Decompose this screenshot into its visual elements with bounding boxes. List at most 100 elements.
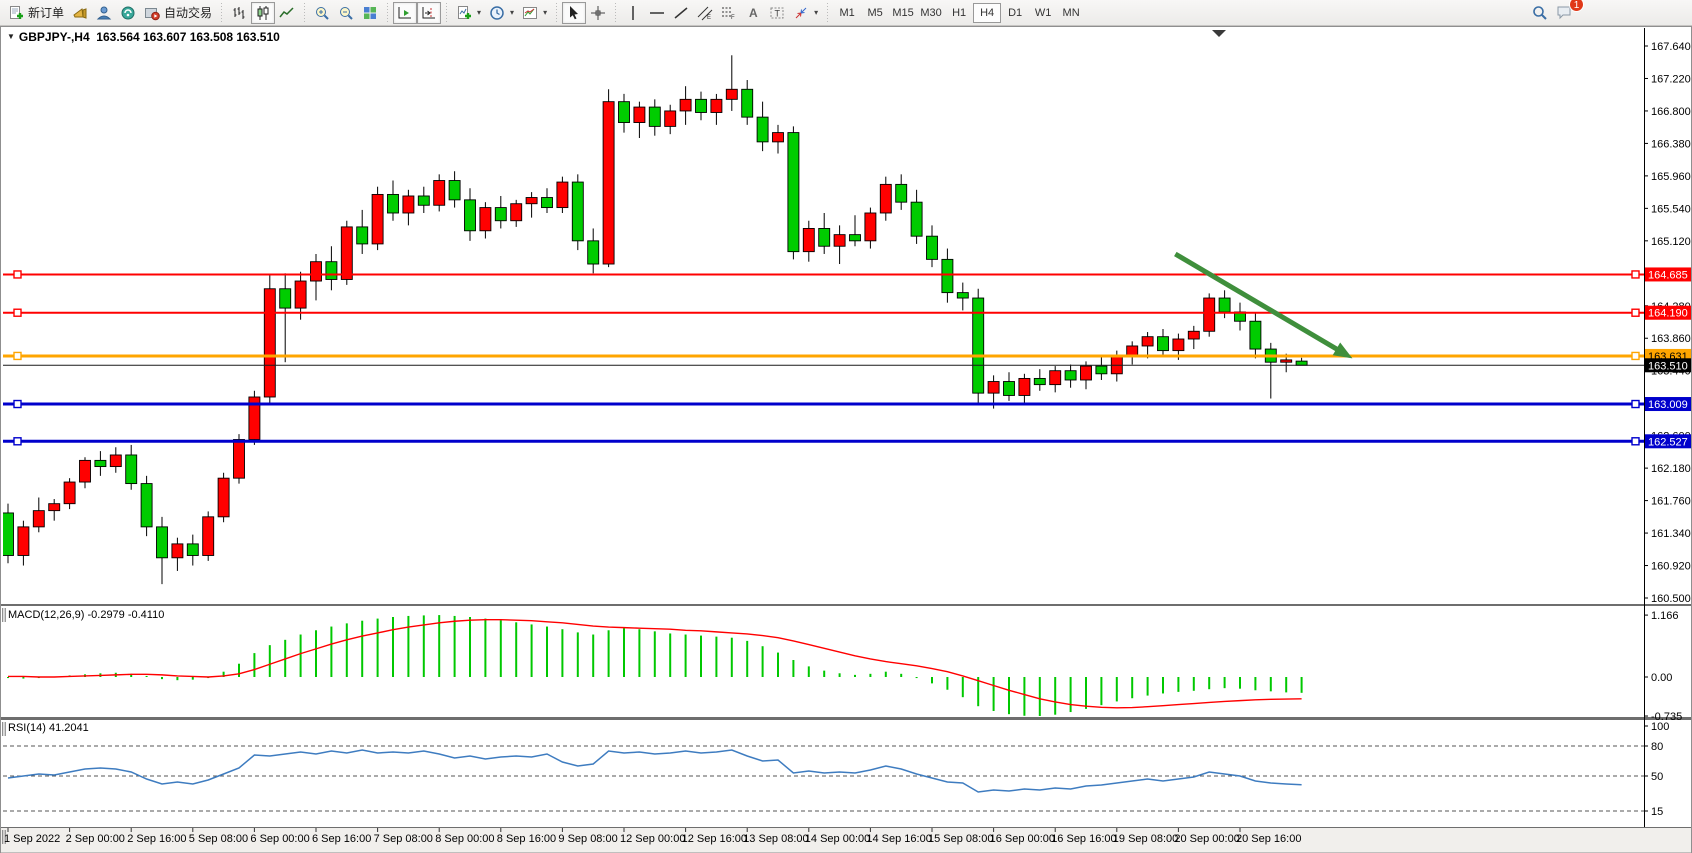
time-axis-label: 16 Sep 16:00 [1051, 833, 1116, 845]
candle-body [603, 102, 614, 264]
hline-handle[interactable] [1632, 438, 1639, 445]
notification-badge[interactable]: 1 [1569, 0, 1584, 12]
candle-body [880, 184, 891, 213]
line-chart-icon [279, 5, 295, 21]
autotrading-button[interactable]: 自动交易 [140, 2, 216, 24]
auto-scroll-button[interactable] [393, 2, 417, 24]
candle-body [64, 482, 75, 504]
hline-handle[interactable] [14, 271, 21, 278]
news-button[interactable] [68, 2, 92, 24]
toolbar-separator [554, 3, 559, 23]
time-axis-label: 8 Sep 00:00 [435, 833, 494, 845]
candle-body [526, 198, 537, 204]
candle-body [511, 204, 522, 221]
price-axis-label: 165.540 [1651, 203, 1691, 215]
tile-windows-button[interactable] [358, 2, 382, 24]
new-order-button[interactable]: 新订单 [4, 2, 68, 24]
trendline-icon [673, 5, 689, 21]
hline-handle[interactable] [14, 309, 21, 316]
candlestick-chart-button[interactable] [251, 2, 275, 24]
chart-shift-button[interactable] [417, 2, 441, 24]
timeframe-w1[interactable]: W1 [1029, 3, 1057, 23]
hline-handle[interactable] [1632, 309, 1639, 316]
timeframe-m5[interactable]: M5 [861, 3, 889, 23]
label-tool-button[interactable]: T [765, 2, 789, 24]
zoom-out-icon [338, 5, 354, 21]
candle-body [157, 527, 168, 558]
indicators-icon [456, 5, 472, 21]
signals-icon [120, 5, 136, 21]
price-axis-label: 160.920 [1651, 561, 1691, 573]
symbol-dropdown-icon[interactable]: ▼ [7, 32, 15, 41]
timeframe-h4[interactable]: H4 [973, 3, 1001, 23]
search-icon [1532, 5, 1548, 21]
candle-body [834, 235, 845, 247]
candle-body [1111, 355, 1122, 374]
periods-button[interactable]: ▾ [485, 2, 518, 24]
pane-separator[interactable] [1, 604, 1691, 606]
timeframe-m15[interactable]: M15 [889, 3, 917, 23]
candle-body [372, 194, 383, 243]
candle-body [3, 513, 14, 556]
time-axis-label: 6 Sep 16:00 [312, 833, 371, 845]
timeframe-m1[interactable]: M1 [833, 3, 861, 23]
timeframe-d1[interactable]: D1 [1001, 3, 1029, 23]
cursor-button[interactable] [562, 2, 586, 24]
hline-handle[interactable] [14, 352, 21, 359]
hline-handle[interactable] [14, 401, 21, 408]
candle-body [957, 293, 968, 298]
clock-icon [489, 5, 505, 21]
price-axis-label: 161.340 [1651, 528, 1691, 540]
zoom-out-button[interactable] [334, 2, 358, 24]
horizontal-line-tool-button[interactable] [645, 2, 669, 24]
dropdown-arrow-icon: ▾ [510, 8, 514, 17]
indicators-button[interactable]: ▾ [452, 2, 485, 24]
search-button[interactable] [1528, 2, 1552, 24]
text-tool-button[interactable]: A [741, 2, 765, 24]
rsi-name: RSI(14) [8, 722, 46, 734]
templates-button[interactable]: ▾ [518, 2, 551, 24]
pane-separator[interactable] [1, 717, 1691, 720]
channel-tool-button[interactable]: E [693, 2, 717, 24]
time-axis-label: 2 Sep 16:00 [127, 833, 186, 845]
candle-body [203, 517, 214, 556]
time-axis-label: 9 Sep 08:00 [558, 833, 617, 845]
candle-body [788, 133, 799, 252]
crosshair-button[interactable] [586, 2, 610, 24]
candle-body [1127, 346, 1138, 355]
zoom-in-button[interactable] [310, 2, 334, 24]
pane-splitter-grip [5, 722, 6, 736]
toolbar-separator [613, 3, 618, 23]
candle-body [388, 194, 399, 213]
hline-handle[interactable] [14, 438, 21, 445]
timeframe-h1[interactable]: H1 [945, 3, 973, 23]
auto-scroll-icon [397, 5, 413, 21]
candle-body [110, 455, 121, 467]
bar-chart-button[interactable] [227, 2, 251, 24]
rsi-axis-label: 15 [1651, 806, 1663, 818]
chart-canvas[interactable]: 167.640167.220166.800166.380165.960165.5… [0, 0, 1692, 853]
candle-body [773, 133, 784, 142]
candle-body [942, 259, 953, 292]
cursor-icon [566, 5, 582, 21]
hline-handle[interactable] [1632, 271, 1639, 278]
time-axis-label: 20 Sep 00:00 [1174, 833, 1239, 845]
candle-body [357, 227, 368, 244]
candle-body [418, 196, 429, 205]
timeframe-m30[interactable]: M30 [917, 3, 945, 23]
timeframe-mn[interactable]: MN [1057, 3, 1085, 23]
line-chart-button[interactable] [275, 2, 299, 24]
trendline-tool-button[interactable] [669, 2, 693, 24]
candle-body [1142, 337, 1153, 346]
candle-body [757, 117, 768, 142]
arrow-objects-icon [793, 5, 809, 21]
hline-handle[interactable] [1632, 352, 1639, 359]
vertical-line-tool-button[interactable] [621, 2, 645, 24]
svg-text:A: A [749, 6, 758, 20]
svg-text:T: T [775, 8, 781, 18]
community-button[interactable] [92, 2, 116, 24]
hline-handle[interactable] [1632, 401, 1639, 408]
arrows-tool-button[interactable]: ▾ [789, 2, 822, 24]
signals-button[interactable] [116, 2, 140, 24]
fibonacci-tool-button[interactable]: F [717, 2, 741, 24]
